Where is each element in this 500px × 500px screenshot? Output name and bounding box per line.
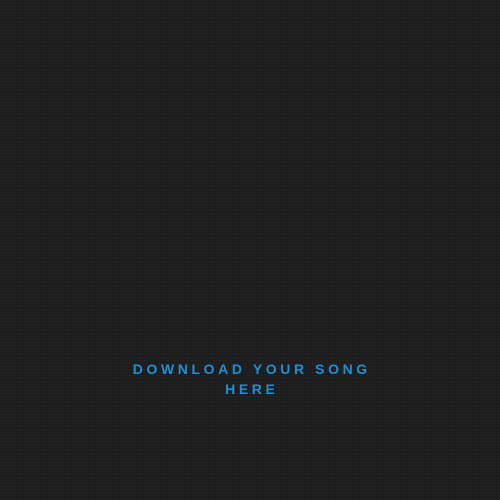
download-label-line-1: DOWNLOAD YOUR SONG [132,361,371,377]
download-song-link[interactable]: DOWNLOAD YOUR SONG HERE [0,359,500,399]
page-background: DOWNLOAD YOUR SONG HERE [0,0,500,500]
download-label-line-2: HERE [225,381,279,397]
